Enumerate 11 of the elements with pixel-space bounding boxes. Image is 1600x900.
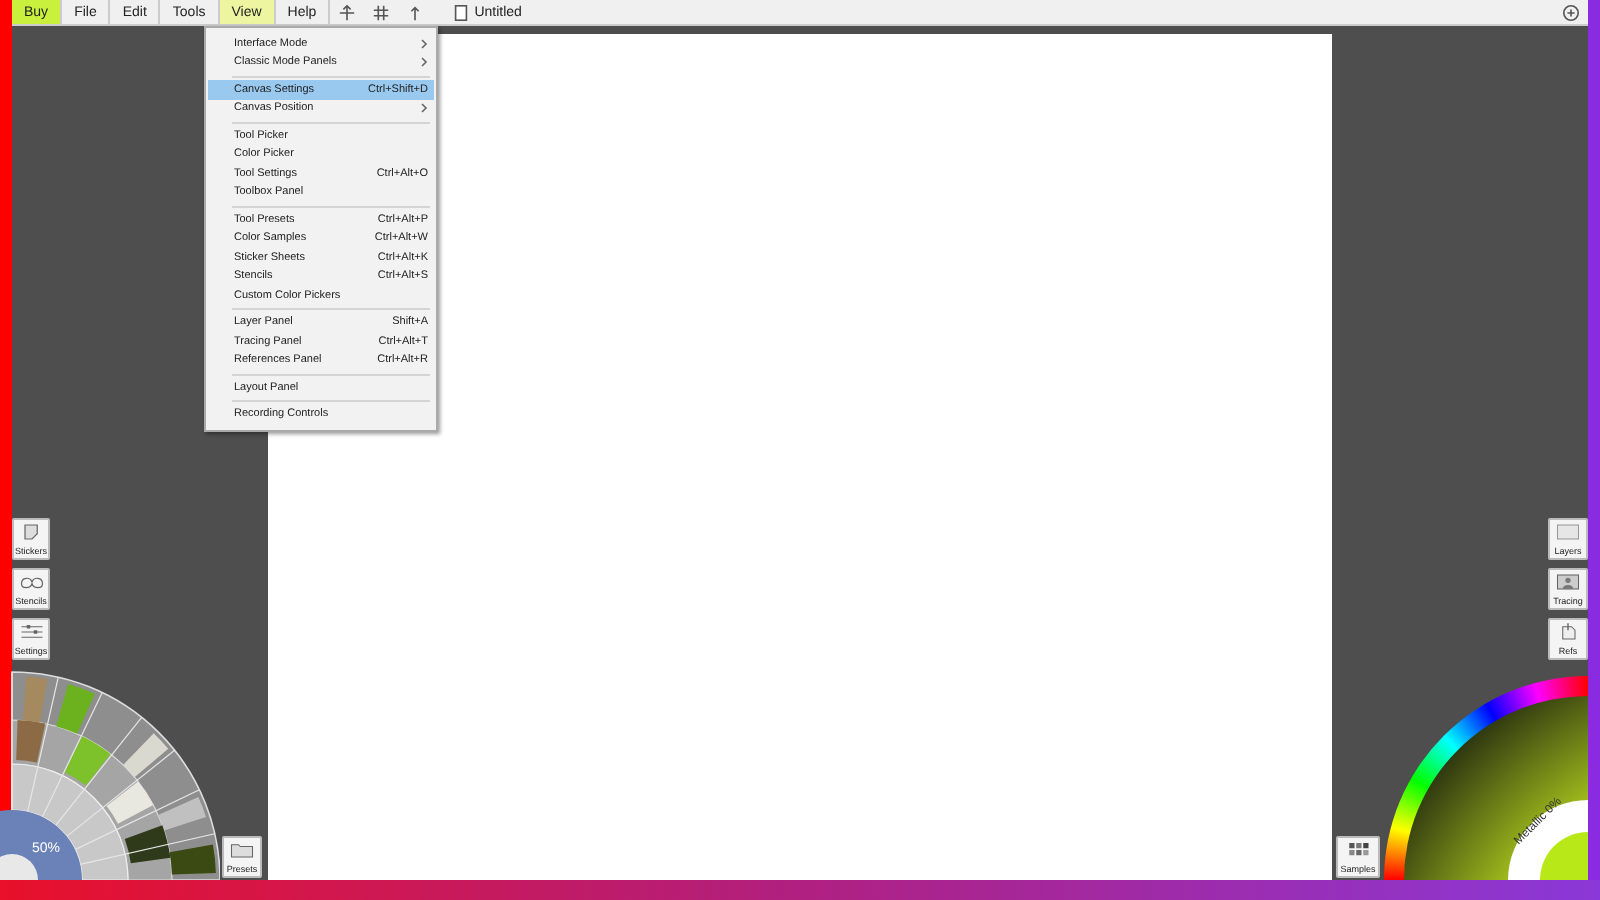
transform-icon[interactable] — [338, 3, 357, 21]
arrow-up-icon[interactable] — [406, 3, 425, 21]
layer-icon — [1554, 522, 1582, 542]
zoom-in-icon[interactable] — [1562, 3, 1580, 21]
tracing-icon — [1554, 572, 1582, 592]
folder-icon — [228, 840, 256, 860]
sliders-icon — [17, 622, 45, 642]
swatches-icon — [1344, 840, 1372, 860]
grid-icon[interactable] — [372, 3, 391, 21]
stencil-icon — [17, 572, 45, 592]
document-icon — [452, 3, 471, 21]
